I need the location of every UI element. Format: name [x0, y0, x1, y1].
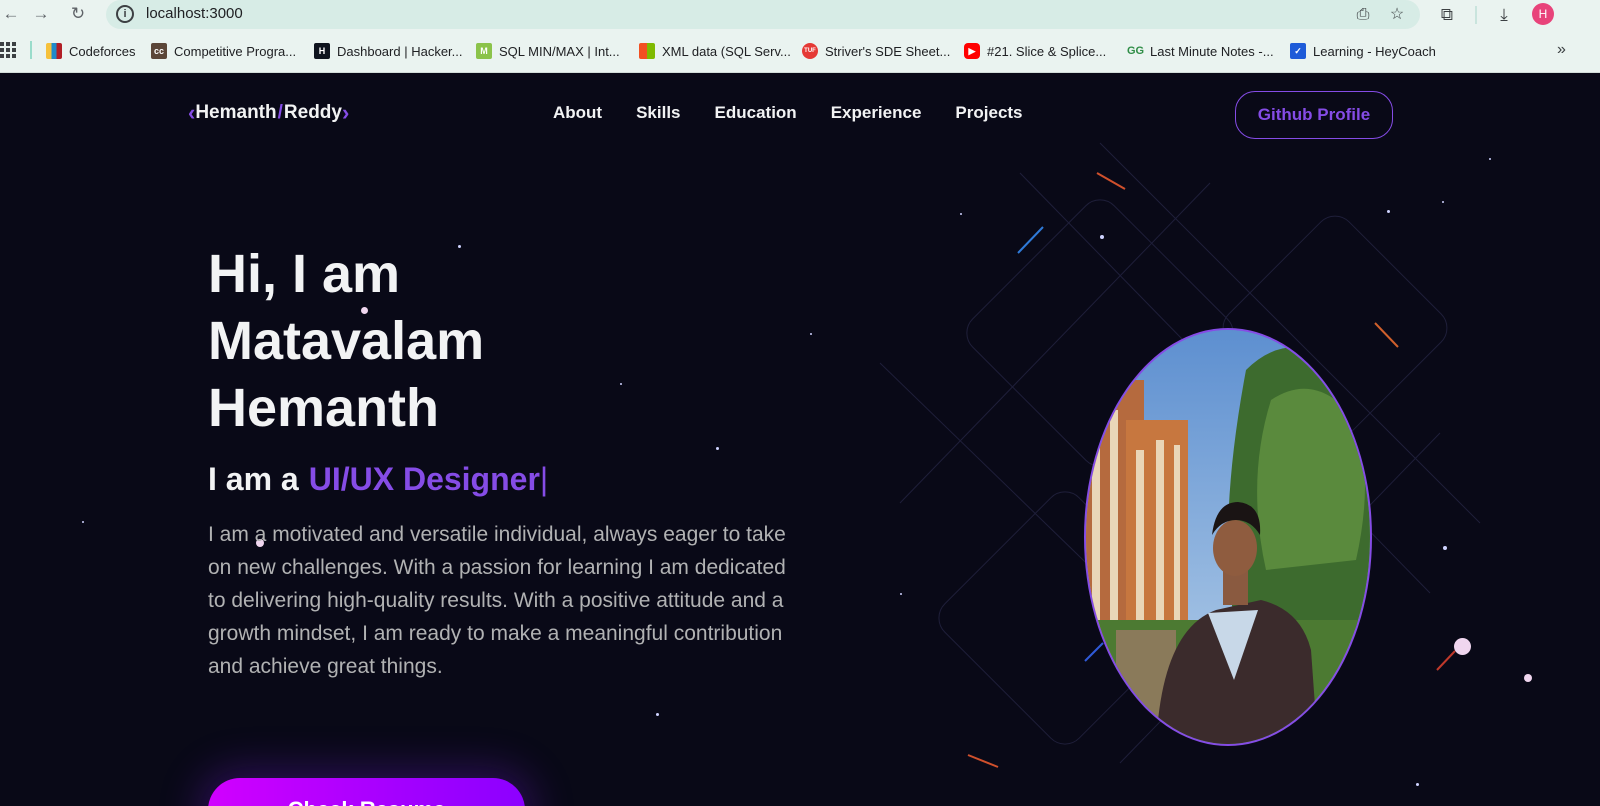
star [1100, 235, 1104, 239]
more-bookmarks-icon[interactable]: » [1557, 41, 1566, 59]
bookmark-star-icon[interactable]: ☆ [1386, 4, 1408, 26]
star [1416, 783, 1419, 786]
star [960, 213, 962, 215]
forward-icon[interactable]: → [30, 3, 52, 25]
hero-title: Hi, I am Matavalam Hemanth [208, 244, 485, 438]
site-info-icon[interactable]: i [116, 5, 134, 23]
nav-experience[interactable]: Experience [831, 103, 922, 123]
bookmark-hackerrank[interactable]: H Dashboard | Hacker... [314, 38, 463, 64]
toolbar-separator [1475, 6, 1477, 24]
bookmark-sql-minmax[interactable]: M SQL MIN/MAX | Int... [476, 38, 620, 64]
nav-projects[interactable]: Projects [955, 103, 1022, 123]
star [900, 593, 902, 595]
gfg-icon: GG [1127, 45, 1145, 57]
youtube-icon: ▶ [964, 43, 980, 59]
star [1442, 201, 1444, 203]
star [1524, 674, 1532, 682]
microsoft-icon [639, 43, 655, 59]
extensions-icon[interactable]: ⧉ [1435, 3, 1459, 27]
address-bar[interactable]: i localhost:3000 ⎙ ☆ [106, 0, 1420, 29]
back-icon[interactable]: ← [0, 3, 22, 25]
nav-education[interactable]: Education [715, 103, 797, 123]
github-profile-button[interactable]: Github Profile [1235, 91, 1393, 139]
star [1489, 158, 1491, 160]
download-icon[interactable]: ⤓ [1492, 3, 1516, 27]
main-nav: About Skills Education Experience Projec… [553, 103, 1023, 123]
browser-chrome: ← → ↻ i localhost:3000 ⎙ ☆ ⧉ ⤓ H Codefor… [0, 0, 1600, 73]
profile-avatar[interactable]: H [1532, 3, 1554, 25]
bookmark-xml-data[interactable]: XML data (SQL Serv... [639, 38, 791, 64]
star [1443, 546, 1447, 550]
hero-description: I am a motivated and versatile individua… [208, 523, 786, 678]
bookmark-codeforces[interactable]: Codeforces [46, 38, 135, 64]
star [1454, 638, 1471, 655]
chevron-left-icon: ‹ [188, 100, 196, 125]
star [810, 333, 812, 335]
browser-toolbar: ← → ↻ i localhost:3000 ⎙ ☆ ⧉ ⤓ H [0, 0, 1600, 30]
apps-grid-icon[interactable] [0, 42, 16, 58]
hackerrank-icon: H [314, 43, 330, 59]
cc-icon: cc [151, 43, 167, 59]
nav-skills[interactable]: Skills [636, 103, 680, 123]
tuf-icon: TUF [802, 43, 818, 59]
site-logo[interactable]: ‹ Hemanth / Reddy › [188, 100, 349, 126]
heycoach-icon: ✓ [1290, 43, 1306, 59]
bookmark-youtube-slice-splice[interactable]: ▶ #21. Slice & Splice... [964, 38, 1106, 64]
reload-icon[interactable]: ↻ [67, 3, 89, 25]
bookmarks-separator [30, 41, 32, 59]
bookmark-gfg-notes[interactable]: GG Last Minute Notes -... [1127, 38, 1274, 64]
star [716, 447, 719, 450]
star [82, 521, 84, 523]
check-resume-button[interactable]: Check Resume [208, 778, 525, 806]
codeforces-icon [46, 43, 62, 59]
role-typewriter: I am a UI/UX Designer| [208, 461, 549, 497]
bookmark-competitive-programming[interactable]: cc Competitive Progra... [151, 38, 296, 64]
bookmark-heycoach[interactable]: ✓ Learning - HeyCoach [1290, 38, 1436, 64]
nav-about[interactable]: About [553, 103, 602, 123]
chevron-right-icon: › [341, 100, 350, 125]
sql-icon: M [476, 43, 492, 59]
portfolio-page: ‹ Hemanth / Reddy › About Skills Educati… [0, 73, 1600, 806]
profile-photo [1084, 328, 1372, 746]
bookmark-striver-sde[interactable]: TUF Striver's SDE Sheet... [802, 38, 950, 64]
url-text[interactable]: localhost:3000 [146, 5, 243, 22]
install-app-icon[interactable]: ⎙ [1352, 4, 1374, 26]
star [1387, 210, 1390, 213]
star [656, 713, 659, 716]
bookmarks-bar: Codeforces cc Competitive Progra... H Da… [0, 38, 1600, 66]
